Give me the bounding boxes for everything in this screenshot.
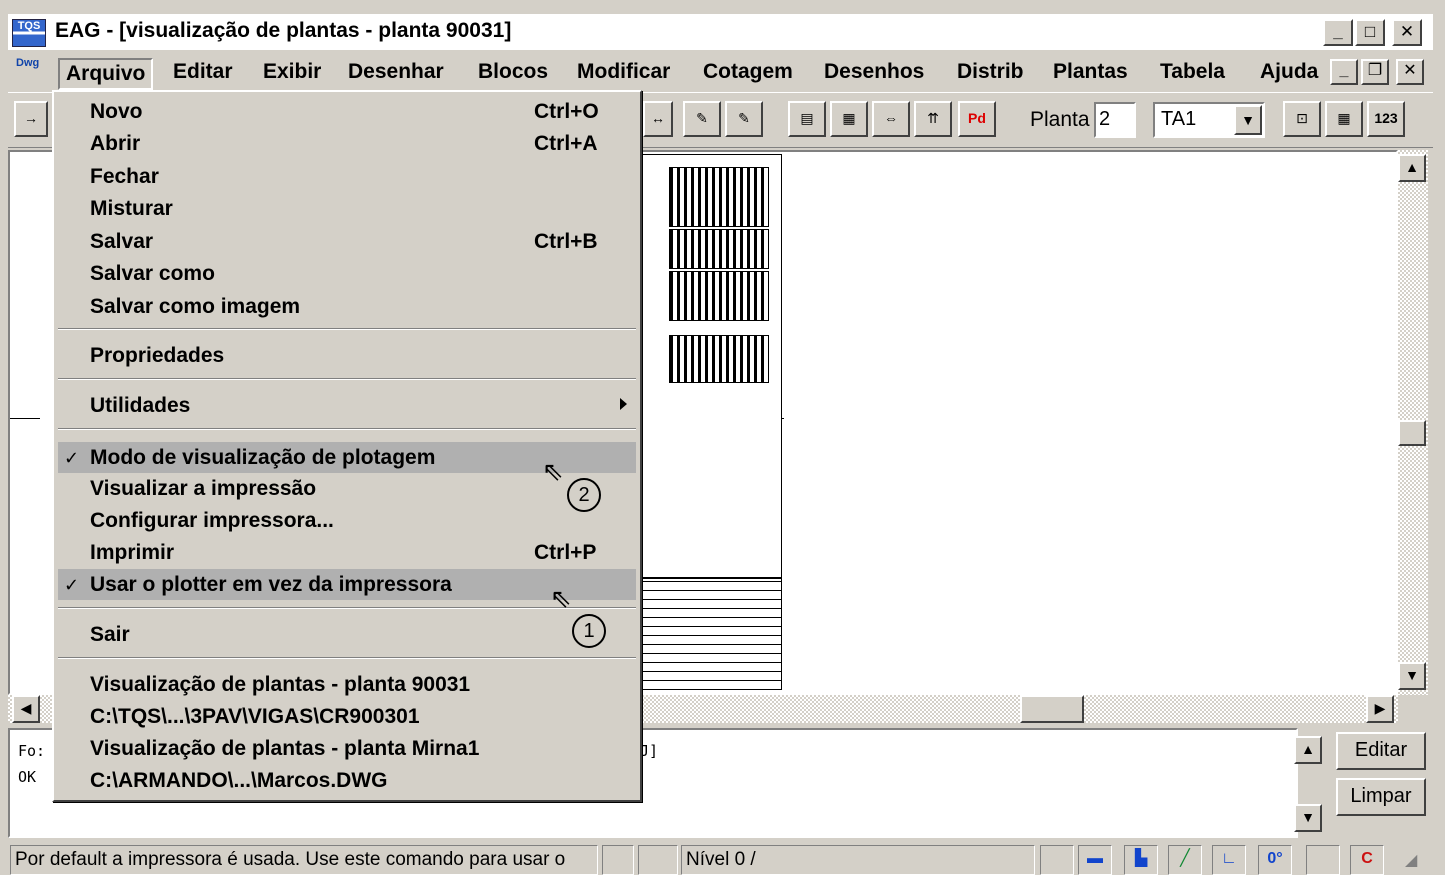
drawing-block [669, 167, 769, 227]
menu-item-novo[interactable]: Novo Ctrl+O [58, 96, 636, 127]
recent-file-1[interactable]: Visualização de plantas - planta 90031 [58, 669, 636, 700]
menu-item-salvar[interactable]: Salvar Ctrl+B [58, 226, 636, 257]
menu-item-propriedades[interactable]: Propriedades [58, 340, 636, 371]
chevron-down-icon[interactable]: ▼ [1234, 105, 1262, 135]
submenu-arrow-icon [620, 398, 627, 410]
menu-item-abrir[interactable]: Abrir Ctrl+A [58, 128, 636, 159]
close-icon[interactable]: ✕ [1392, 19, 1422, 46]
scroll-thumb[interactable] [1398, 420, 1426, 446]
sheet-select[interactable]: TA1 ▼ [1153, 102, 1265, 138]
guide-line [10, 418, 40, 419]
menu-item-salvar-como-imagem[interactable]: Salvar como imagem [58, 291, 636, 322]
mdi-restore-icon[interactable]: ❐ [1361, 59, 1389, 85]
planta-input[interactable]: 2 [1094, 102, 1136, 138]
document-icon[interactable]: Dwg [16, 57, 46, 83]
sheet-preview [640, 154, 782, 690]
menu-item-salvar-como[interactable]: Salvar como [58, 258, 636, 289]
status-cell [638, 845, 678, 875]
menu-distrib[interactable]: Distrib [951, 58, 1030, 90]
drawing-block [669, 335, 769, 383]
menu-item-sair[interactable]: Sair [58, 619, 636, 650]
menu-arquivo[interactable]: Arquivo [58, 58, 154, 90]
zoom-window-icon[interactable]: ⊡ [1283, 101, 1321, 137]
callout-2: 2 [567, 478, 601, 512]
status-cell [602, 845, 634, 875]
axis-icon[interactable]: ∟ [1212, 845, 1246, 875]
menu-separator [58, 657, 636, 659]
recent-file-3[interactable]: Visualização de plantas - planta Mirna1 [58, 733, 636, 764]
menu-exibir[interactable]: Exibir [257, 58, 327, 90]
maximize-icon[interactable]: □ [1355, 19, 1385, 46]
cmd-scroll-up-icon[interactable]: ▲ [1294, 736, 1322, 764]
line-icon[interactable]: ▬ [1078, 845, 1112, 875]
status-level: Nível 0 / [681, 845, 1035, 875]
angle-icon[interactable]: 0° [1258, 845, 1292, 875]
menu-desenhar[interactable]: Desenhar [342, 58, 450, 90]
planta-label: Planta [1030, 108, 1090, 131]
recent-file-2[interactable]: C:\TQS\...\3PAV\VIGAS\CR900301 [58, 701, 636, 732]
menu-separator [58, 328, 636, 330]
menu-editar[interactable]: Editar [167, 58, 239, 90]
mouse-pointer-icon: ⇖ [550, 583, 572, 613]
menu-separator [58, 428, 636, 430]
sheet-select-value: TA1 [1161, 108, 1197, 130]
status-hint: Por default a impressora é usada. Use es… [10, 845, 598, 875]
menu-item-fechar[interactable]: Fechar [58, 161, 636, 192]
mdi-close-icon[interactable]: ✕ [1396, 59, 1424, 85]
menu-item-misturar[interactable]: Misturar [58, 193, 636, 224]
limpar-button[interactable]: Limpar [1336, 778, 1426, 816]
scroll-right-icon[interactable]: ▶ [1366, 695, 1394, 723]
status-cell [1040, 845, 1074, 875]
dwg-edit-icon[interactable]: ✎ [683, 101, 721, 137]
resize-grip-icon[interactable]: ◢ [1405, 850, 1417, 870]
menu-desenhos[interactable]: Desenhos [818, 58, 930, 90]
sheet-list-icon[interactable]: ▤ [788, 101, 826, 137]
numbering-icon[interactable]: 123 [1367, 101, 1405, 137]
title-block [641, 577, 781, 689]
arquivo-dropdown: Novo Ctrl+O Abrir Ctrl+A Fechar Misturar S… [52, 90, 642, 802]
menu-item-utilidades[interactable]: Utilidades [58, 390, 636, 421]
hscroll-thumb[interactable] [1020, 695, 1084, 723]
menu-blocos[interactable]: Blocos [472, 58, 554, 90]
minimize-icon[interactable]: _ [1323, 19, 1353, 46]
menu-item-configurar-impressora[interactable]: Configurar impressora... [58, 505, 636, 536]
menu-plantas[interactable]: Plantas [1047, 58, 1134, 90]
polar-icon[interactable]: ╱ [1168, 845, 1202, 875]
dwg-add-icon[interactable]: ✎ [725, 101, 763, 137]
scroll-down-icon[interactable]: ▼ [1398, 662, 1426, 690]
menu-modificar[interactable]: Modificar [571, 58, 676, 90]
window-title: EAG - [visualização de plantas - planta … [55, 19, 512, 42]
ortho-icon[interactable]: ▙ [1124, 845, 1158, 875]
menu-separator [58, 378, 636, 380]
scroll-left-icon[interactable]: ◀ [12, 695, 40, 723]
pd-icon[interactable]: Pd [958, 101, 996, 137]
check-icon: ✓ [64, 575, 80, 595]
menu-item-imprimir[interactable]: Imprimir Ctrl+P [58, 537, 636, 568]
menu-ajuda[interactable]: Ajuda [1254, 58, 1324, 90]
cmd-scroll-down-icon[interactable]: ▼ [1294, 804, 1322, 832]
align-icon[interactable]: ⇈ [914, 101, 952, 137]
menu-cotagem[interactable]: Cotagem [697, 58, 799, 90]
callout-1: 1 [572, 614, 606, 648]
check-icon: ✓ [64, 448, 80, 468]
distribute-icon[interactable]: ⇔ [872, 101, 910, 137]
drawing-block [669, 229, 769, 269]
command-line-1-tail: J] [640, 742, 659, 760]
mouse-pointer-icon: ⇖ [542, 456, 564, 486]
recent-file-4[interactable]: C:\ARMANDO\...\Marcos.DWG [58, 765, 636, 796]
editar-button[interactable]: Editar [1336, 732, 1426, 770]
command-line-1: Fo: [18, 742, 46, 760]
sheet-grid-icon[interactable]: ▦ [830, 101, 868, 137]
command-line-2: OK [18, 768, 37, 786]
mdi-minimize-icon[interactable]: _ [1330, 59, 1358, 85]
app-icon[interactable]: TQS [12, 19, 46, 47]
scroll-up-icon[interactable]: ▲ [1398, 154, 1426, 182]
arrow-tool-icon[interactable]: → [14, 101, 48, 137]
status-cell [1306, 845, 1340, 875]
fit-width-icon[interactable]: ↔ [643, 101, 673, 137]
grid-view-icon[interactable]: ▦ [1325, 101, 1363, 137]
drawing-block [669, 271, 769, 321]
magnet-icon[interactable]: C [1350, 845, 1384, 875]
menu-tabela[interactable]: Tabela [1154, 58, 1231, 90]
